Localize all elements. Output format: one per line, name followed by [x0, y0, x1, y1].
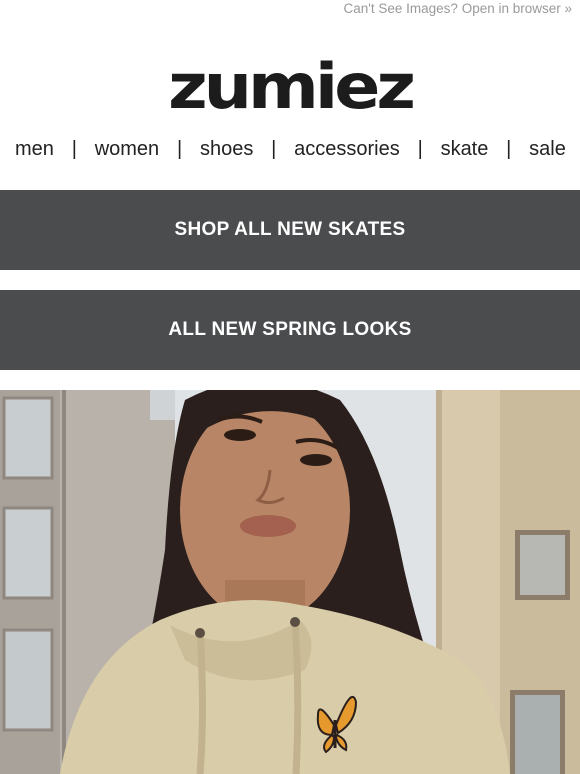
nav-item-women[interactable]: women [95, 138, 159, 161]
shop-all-new-skates-button[interactable]: SHOP ALL NEW SKATES [0, 190, 580, 270]
all-new-spring-looks-button[interactable]: ALL NEW SPRING LOOKS [0, 290, 580, 370]
nav-separator: | [176, 137, 183, 160]
nav-item-sale[interactable]: sale [529, 138, 566, 161]
preheader: Can't See Images? Open in browser » [0, 0, 580, 22]
main-navigation: men | women | shoes | accessories | skat… [0, 134, 580, 164]
nav-item-shoes[interactable]: shoes [200, 138, 253, 161]
nav-separator: | [71, 137, 77, 160]
zumiez-logo[interactable]: zumiez [168, 56, 416, 119]
hero-image[interactable] [0, 390, 580, 774]
hero-photo-woman-hoodie [0, 390, 580, 774]
nav-separator: | [417, 137, 423, 160]
nav-item-men[interactable]: men [15, 138, 54, 161]
nav-item-accessories[interactable]: accessories [294, 138, 400, 161]
open-in-browser-link[interactable]: Can't See Images? Open in browser » [344, 1, 572, 16]
nav-separator: | [506, 137, 512, 160]
nav-item-skate[interactable]: skate [441, 138, 489, 161]
nav-separator: | [271, 137, 277, 160]
